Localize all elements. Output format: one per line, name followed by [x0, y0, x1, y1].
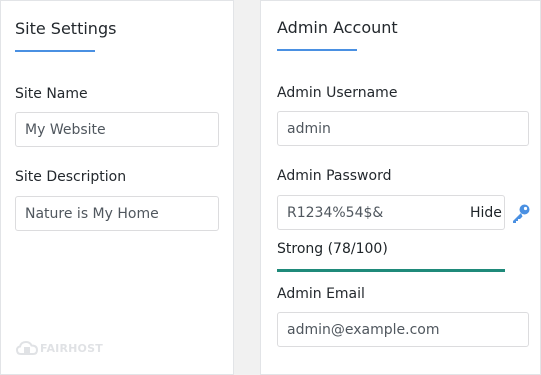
admin-password-label: Admin Password [277, 168, 392, 184]
admin-account-panel: Admin Account Admin Username admin Admin… [260, 0, 541, 375]
admin-email-input[interactable]: admin@example.com [277, 312, 529, 347]
site-name-label: Site Name [15, 86, 88, 102]
site-settings-underline [15, 50, 95, 52]
admin-account-heading: Admin Account [277, 18, 398, 37]
logo-text: FAIRHOST [40, 341, 103, 355]
admin-password-value: R1234%54$& [287, 204, 384, 221]
key-icon[interactable] [510, 202, 532, 224]
site-description-label: Site Description [15, 169, 127, 185]
admin-account-underline [277, 49, 357, 51]
password-strength-text: Strong (78/100) [277, 241, 388, 257]
site-settings-heading: Site Settings [15, 19, 117, 38]
site-name-input[interactable]: My Website [15, 112, 219, 147]
admin-username-label: Admin Username [277, 85, 398, 101]
site-description-input[interactable]: Nature is My Home [15, 196, 219, 231]
admin-username-input[interactable]: admin [277, 111, 529, 146]
hide-password-button[interactable]: Hide [470, 205, 502, 221]
fairhost-logo: FAIRHOST [16, 340, 103, 356]
site-settings-panel: Site Settings Site Name My Website Site … [0, 0, 234, 375]
installer-settings: Site Settings Site Name My Website Site … [0, 0, 541, 375]
cloud-icon [16, 340, 38, 355]
admin-email-label: Admin Email [277, 286, 365, 302]
password-strength-bar [277, 269, 505, 272]
